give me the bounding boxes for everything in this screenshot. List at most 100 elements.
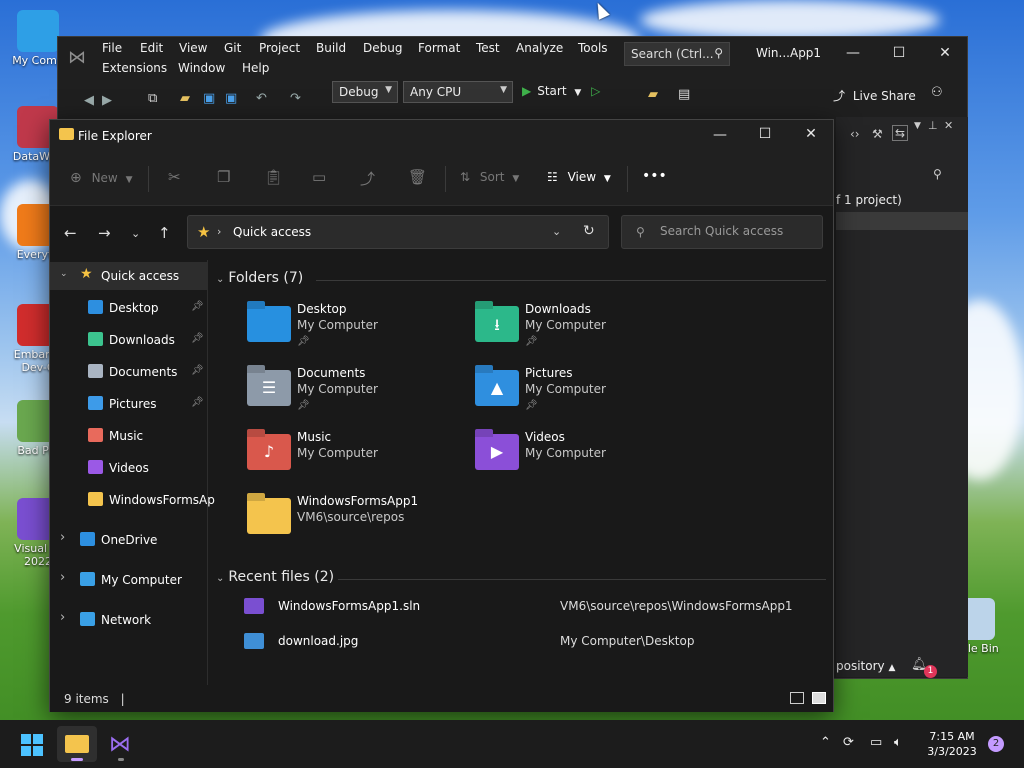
- address-bar[interactable]: ★ › Quick access ⌄ ↻: [187, 215, 609, 249]
- details-view-icon[interactable]: [790, 692, 804, 704]
- see-more-button[interactable]: •••: [642, 168, 667, 184]
- panel-dropdown-icon[interactable]: ▼: [914, 121, 921, 131]
- chevron-up-icon[interactable]: ⌃: [820, 735, 831, 750]
- forward-icon[interactable]: ▶: [102, 93, 112, 108]
- recent-file-row[interactable]: download.jpg My Computer\Desktop: [244, 630, 824, 654]
- folder-tile[interactable]: ▲ Pictures My Computer 📌︎: [475, 365, 705, 422]
- undo-icon[interactable]: ↶: [256, 91, 267, 106]
- new-button[interactable]: ⊕ New ▼: [70, 170, 133, 186]
- vs-maximize-button[interactable]: ☐: [884, 45, 914, 61]
- volume-icon[interactable]: 🔈︎: [894, 735, 902, 750]
- tree-item[interactable]: Pictures 📌︎: [50, 390, 208, 418]
- delete-icon[interactable]: 🗑︎: [408, 168, 427, 186]
- vs-menu-item[interactable]: Tools: [578, 41, 608, 55]
- save-all-icon[interactable]: ▣: [225, 91, 237, 106]
- folder-tile[interactable]: ▶ Videos My Computer: [475, 429, 705, 486]
- sync-icon[interactable]: ⟳: [843, 735, 854, 750]
- layout-icon[interactable]: ▤: [678, 87, 690, 102]
- vs-menu-item[interactable]: Edit: [140, 41, 163, 55]
- file-explorer-window[interactable]: File Explorer — ☐ ✕ ⊕ New ▼ ✂ ❐ 📋︎ ▭ ⤴ 🗑…: [49, 119, 834, 712]
- start-button[interactable]: [12, 726, 52, 762]
- chevron-right-icon[interactable]: ›: [60, 530, 65, 545]
- tree-item[interactable]: Documents 📌︎: [50, 358, 208, 386]
- network-icon[interactable]: ▭: [870, 735, 882, 750]
- rename-icon[interactable]: ▭: [312, 168, 326, 186]
- chevron-down-icon[interactable]: ⌄: [552, 225, 561, 238]
- notification-badge[interactable]: 2: [988, 736, 1004, 752]
- vs-menu-item[interactable]: Analyze: [516, 41, 563, 55]
- vs-menu-item[interactable]: Help: [242, 61, 269, 75]
- vs-menu-item[interactable]: Project: [259, 41, 300, 55]
- vs-close-button[interactable]: ✕: [930, 45, 960, 61]
- vs-minimize-button[interactable]: —: [838, 45, 868, 61]
- tree-item[interactable]: › My Computer: [50, 566, 208, 594]
- back-icon[interactable]: ◀: [84, 93, 94, 108]
- folder-tile[interactable]: ⭳ Downloads My Computer 📌︎: [475, 301, 705, 358]
- new-item-icon[interactable]: ⧉: [148, 91, 157, 106]
- vs-menu-item[interactable]: View: [179, 41, 207, 55]
- start-without-debugging-icon[interactable]: ▷: [591, 84, 600, 98]
- tree-item[interactable]: Downloads 📌︎: [50, 326, 208, 354]
- vs-menu-item[interactable]: Window: [178, 61, 225, 75]
- chevron-right-icon[interactable]: ›: [60, 610, 65, 625]
- cut-icon[interactable]: ✂: [168, 168, 181, 186]
- selected-row[interactable]: [836, 212, 968, 230]
- code-view-icon[interactable]: ‹›: [850, 127, 860, 141]
- tree-item[interactable]: Desktop 📌︎: [50, 294, 208, 322]
- chevron-right-icon[interactable]: ›: [60, 570, 65, 585]
- tree-item[interactable]: Videos: [50, 454, 208, 482]
- add-to-repository-button[interactable]: pository ▲: [836, 659, 895, 673]
- solution-configuration-select[interactable]: Debug ▼: [332, 81, 398, 103]
- vs-menu-item[interactable]: File: [102, 41, 122, 55]
- vs-menu-item[interactable]: Git: [224, 41, 241, 55]
- share-icon[interactable]: ⤴: [360, 168, 375, 189]
- solution-platform-select[interactable]: Any CPU ▼: [403, 81, 513, 103]
- search-input[interactable]: [660, 224, 815, 238]
- tree-item[interactable]: › OneDrive: [50, 526, 208, 554]
- vs-menu-item[interactable]: Extensions: [102, 61, 167, 75]
- explorer-title-bar[interactable]: File Explorer — ☐ ✕: [50, 120, 833, 152]
- vs-menu-item[interactable]: Build: [316, 41, 346, 55]
- explorer-maximize-button[interactable]: ☐: [750, 126, 780, 142]
- folder-tile[interactable]: ♪ Music My Computer: [247, 429, 477, 486]
- tree-item[interactable]: ⌄ ★ Quick access: [50, 262, 208, 290]
- explorer-minimize-button[interactable]: —: [705, 127, 735, 143]
- tree-item[interactable]: › Network: [50, 606, 208, 634]
- vs-search-box[interactable]: Search (Ctrl... ⚲: [624, 42, 730, 66]
- copy-icon[interactable]: ❐: [217, 168, 230, 186]
- recent-locations-icon[interactable]: ⌄: [131, 227, 140, 240]
- start-debugging-button[interactable]: ▶ Start ▼ ▷: [522, 84, 600, 98]
- up-arrow-icon[interactable]: ↑: [158, 224, 171, 242]
- recent-file-row[interactable]: WindowsFormsApp1.sln VM6\source\repos\Win…: [244, 595, 824, 619]
- solution-node[interactable]: f 1 project): [836, 193, 902, 207]
- tiles-view-icon[interactable]: [812, 692, 826, 704]
- vs-menu-item[interactable]: Format: [418, 41, 460, 55]
- refresh-icon[interactable]: ↻: [583, 223, 595, 239]
- redo-icon[interactable]: ↷: [290, 91, 301, 106]
- tree-item[interactable]: WindowsFormsAp: [50, 486, 215, 514]
- sort-button[interactable]: ⇅ Sort ▼: [460, 170, 519, 184]
- tree-item[interactable]: Music: [50, 422, 208, 450]
- pin-icon[interactable]: ⊥: [928, 119, 938, 132]
- explorer-close-button[interactable]: ✕: [796, 126, 826, 142]
- forward-arrow-icon[interactable]: →: [98, 224, 111, 242]
- open-folder-icon[interactable]: ▰: [180, 91, 190, 106]
- vs-menu-item[interactable]: Debug: [363, 41, 402, 55]
- folder-tile[interactable]: ☰ Documents My Computer 📌︎: [247, 365, 477, 422]
- taskbar-file-explorer-button[interactable]: [57, 726, 97, 762]
- explorer-search-box[interactable]: ⚲: [621, 215, 823, 249]
- back-arrow-icon[interactable]: ←: [64, 224, 77, 242]
- folder-tile[interactable]: WindowsFormsApp1 VM6\source\repos: [247, 493, 477, 550]
- folders-section-header[interactable]: ⌄ Folders (7): [216, 270, 303, 286]
- vs-menu-item[interactable]: Test: [476, 41, 500, 55]
- paste-icon[interactable]: 📋︎: [264, 168, 283, 186]
- folder-tile[interactable]: Desktop My Computer 📌︎: [247, 301, 477, 358]
- clock[interactable]: 7:15 AM 3/3/2023: [921, 729, 983, 759]
- close-icon[interactable]: ✕: [944, 119, 953, 132]
- wrench-icon[interactable]: ⚒: [872, 127, 883, 141]
- folder-icon[interactable]: ▰: [648, 87, 658, 102]
- view-button[interactable]: ☷ View ▼: [547, 170, 611, 184]
- feedback-icon[interactable]: ⚇: [931, 85, 943, 100]
- properties-icon[interactable]: ⇆: [892, 125, 909, 141]
- taskbar-visual-studio-button[interactable]: ⋈: [101, 726, 141, 762]
